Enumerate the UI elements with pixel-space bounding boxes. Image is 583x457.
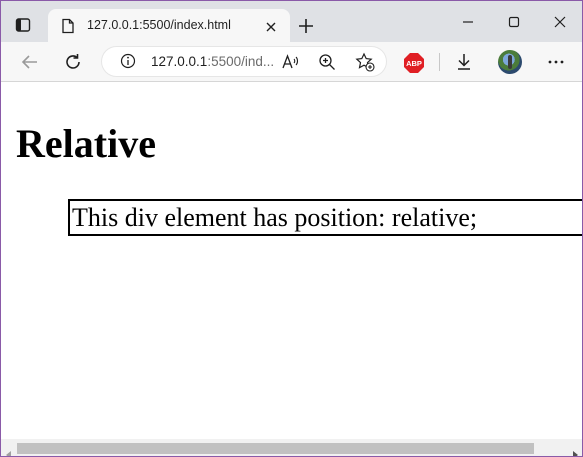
- download-icon[interactable]: [453, 51, 475, 73]
- relative-div: This div element has position: relative;: [68, 199, 582, 236]
- zoom-icon[interactable]: [317, 52, 339, 74]
- minimize-icon[interactable]: [459, 13, 477, 31]
- page-viewport: Relative This div element has position: …: [1, 83, 582, 439]
- read-aloud-icon[interactable]: [280, 52, 302, 74]
- tab-title: 127.0.0.1:5500/index.html: [87, 18, 231, 32]
- page-icon: [61, 18, 75, 38]
- url-path: :5500/ind...: [207, 54, 275, 69]
- url-host: 127.0.0.1: [151, 54, 208, 69]
- info-icon[interactable]: [118, 51, 140, 73]
- new-tab-icon[interactable]: [297, 17, 315, 35]
- close-window-icon[interactable]: [551, 13, 569, 31]
- horizontal-scrollbar[interactable]: [1, 439, 582, 456]
- profile-avatar[interactable]: [498, 50, 522, 74]
- tab-strip: 127.0.0.1:5500/index.html: [1, 1, 582, 42]
- scrollbar-thumb[interactable]: [17, 443, 534, 454]
- address-bar[interactable]: 127.0.0.1:5500/ind...: [102, 47, 386, 76]
- refresh-icon[interactable]: [62, 51, 84, 73]
- back-icon[interactable]: [19, 51, 41, 73]
- page-heading: Relative: [16, 121, 156, 166]
- scroll-right-icon[interactable]: [571, 444, 579, 456]
- scroll-left-icon[interactable]: [5, 444, 13, 456]
- more-icon[interactable]: [545, 51, 567, 73]
- tab-actions-icon[interactable]: [10, 12, 36, 38]
- add-favorite-icon[interactable]: [354, 51, 376, 73]
- close-tab-icon[interactable]: [264, 19, 278, 33]
- toolbar-divider: [439, 53, 440, 71]
- toolbar: 127.0.0.1:5500/ind... ABP: [1, 42, 582, 82]
- browser-window: 127.0.0.1:5500/index.html 127.0.0.1:5500…: [0, 0, 583, 457]
- tab-active[interactable]: 127.0.0.1:5500/index.html: [48, 9, 290, 42]
- url-text[interactable]: 127.0.0.1:5500/ind...: [151, 54, 274, 69]
- adblock-icon[interactable]: ABP: [404, 53, 424, 73]
- maximize-icon[interactable]: [505, 13, 523, 31]
